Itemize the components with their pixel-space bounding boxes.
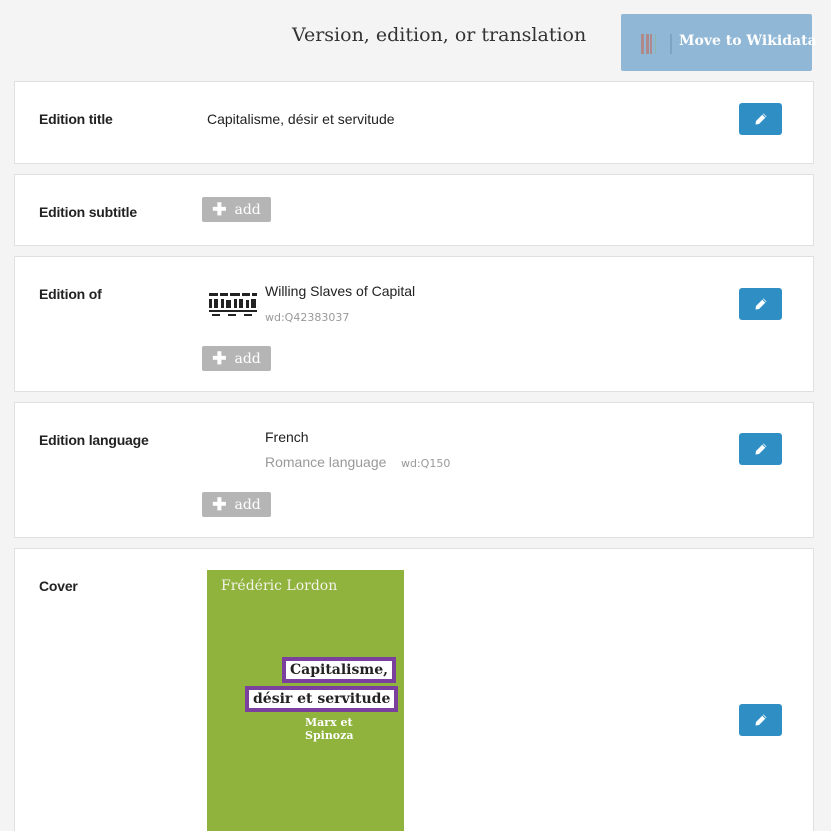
work-thumbnail-image	[208, 289, 258, 317]
cover-image: Frédéric Lordon Capitalisme, désir et se…	[207, 570, 404, 831]
cover-subtitle-text: Marx et Spinoza	[305, 716, 354, 742]
edit-cover-button[interactable]	[739, 704, 782, 736]
cover-title-line2: désir et servitude	[245, 686, 399, 712]
edition-subtitle-row: Edition subtitle ✚ add	[14, 174, 814, 246]
add-label: add	[234, 350, 261, 367]
add-label: add	[234, 201, 261, 218]
plus-icon: ✚	[212, 495, 227, 514]
page-title: Version, edition, or translation	[292, 24, 587, 46]
pencil-icon	[755, 113, 766, 125]
edition-of-value-link[interactable]: Willing Slaves of Capital	[265, 283, 415, 299]
edition-of-row: Edition of Willing Slaves of Capital wd:…	[14, 256, 814, 392]
cover-label: Cover	[39, 578, 78, 594]
add-label: add	[234, 496, 261, 513]
edition-title-row: Edition title Capitalisme, désir et serv…	[14, 81, 814, 164]
edition-language-row: Edition language French Romance language…	[14, 402, 814, 538]
edition-language-label: Edition language	[39, 432, 149, 448]
edition-title-label: Edition title	[39, 111, 113, 127]
add-language-button[interactable]: ✚ add	[202, 492, 271, 517]
edit-language-button[interactable]	[739, 433, 782, 465]
edit-title-button[interactable]	[739, 103, 782, 135]
cover-row: Cover Frédéric Lordon Capitalisme, désir…	[14, 548, 814, 831]
edition-of-label: Edition of	[39, 286, 102, 302]
move-to-wikidata-button[interactable]: Move to Wikidata	[621, 14, 817, 71]
edit-edition-of-button[interactable]	[739, 288, 782, 320]
wikidata-logo-icon	[641, 34, 673, 54]
plus-icon: ✚	[212, 200, 227, 219]
edition-title-value: Capitalisme, désir et servitude	[207, 111, 395, 127]
edition-of-wd-id: wd:Q42383037	[265, 311, 350, 324]
edition-language-wd-id: wd:Q150	[401, 457, 451, 470]
pencil-icon	[755, 443, 766, 455]
plus-icon: ✚	[212, 349, 227, 368]
edition-subtitle-label: Edition subtitle	[39, 204, 137, 220]
cover-title-line1: Capitalisme,	[282, 657, 396, 683]
edition-language-description: Romance language	[265, 454, 387, 470]
pencil-icon	[755, 714, 766, 726]
edition-language-value-link[interactable]: French	[265, 429, 309, 445]
page-header: Version, edition, or translation Move to…	[0, 0, 831, 80]
move-to-wikidata-label: Move to Wikidata	[679, 33, 817, 49]
pencil-icon	[755, 298, 766, 310]
cover-author-text: Frédéric Lordon	[221, 578, 338, 594]
add-subtitle-button[interactable]: ✚ add	[202, 197, 271, 222]
add-edition-of-button[interactable]: ✚ add	[202, 346, 271, 371]
